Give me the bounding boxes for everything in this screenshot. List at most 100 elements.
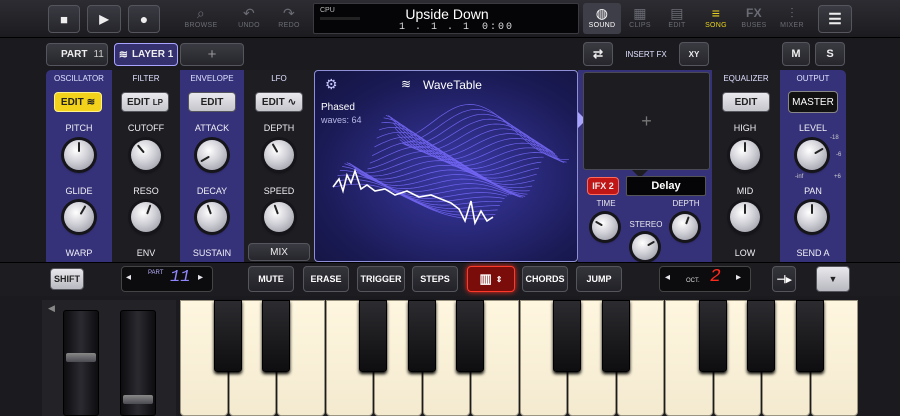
master-button[interactable]: MASTER — [788, 91, 838, 113]
redo-button[interactable]: ↷ REDO — [266, 4, 312, 34]
fx-icon: FX — [746, 6, 762, 20]
black-key[interactable] — [795, 300, 824, 372]
shift-button[interactable]: SHIFT — [50, 268, 84, 290]
song-time: 0:00 — [482, 22, 515, 33]
menu-button[interactable]: ☰ — [818, 5, 852, 33]
part-next-arrow[interactable]: ▸ — [198, 272, 203, 283]
part-stepper-value: 11 — [170, 268, 191, 287]
view-mixer[interactable]: ⫶ MIXER — [769, 4, 815, 34]
chords-button[interactable]: CHORDS — [522, 266, 568, 292]
eq-high-knob[interactable] — [730, 140, 760, 170]
pitch-wheel-handle[interactable] — [66, 353, 96, 362]
attack-label: ATTACK — [194, 123, 230, 133]
pitch-knob[interactable] — [64, 140, 94, 170]
jump-button[interactable]: JUMP — [576, 266, 622, 292]
black-key[interactable] — [407, 300, 436, 372]
envelope-header: ENVELOPE — [190, 74, 234, 83]
octave-prev-arrow[interactable]: ◂ — [665, 272, 670, 283]
filter-edit-label: EDIT — [126, 96, 150, 108]
add-layer-button[interactable]: + — [180, 43, 244, 66]
filter-edit-button[interactable]: EDIT LP — [121, 92, 169, 112]
fx-swap-button[interactable]: ⇄ — [583, 42, 613, 66]
pitch-label: PITCH — [65, 123, 93, 133]
cutoff-knob[interactable] — [131, 140, 161, 170]
equalizer-header: EQUALIZER — [723, 74, 769, 83]
collapse-keyboard-button[interactable]: ▼ — [816, 266, 850, 292]
reso-label: RESO — [133, 186, 159, 196]
ifx2-button[interactable]: IFX 2 — [587, 177, 619, 195]
browse-button[interactable]: ⌕ BROWSE — [178, 4, 224, 34]
stop-button[interactable]: ■ — [48, 5, 80, 33]
insert-fx-header: INSERT FX — [625, 50, 667, 59]
black-key[interactable] — [601, 300, 630, 372]
level-label: LEVEL — [798, 123, 828, 133]
lfo-depth-knob[interactable] — [264, 140, 294, 170]
keyboard-scroll-left-icon[interactable]: ◀ — [48, 303, 55, 314]
wavetable-wave-line — [404, 113, 565, 164]
fx-name-display[interactable]: Delay — [626, 176, 706, 196]
layer-tab[interactable]: ≋ LAYER 1 — [114, 43, 178, 66]
octave-next-arrow[interactable]: ▸ — [736, 272, 741, 283]
eq-edit-button[interactable]: EDIT — [722, 92, 770, 112]
erase-button[interactable]: ERASE — [303, 266, 349, 292]
part-selector[interactable]: PART 11 — [46, 43, 108, 66]
mod-wheel[interactable] — [120, 310, 156, 416]
part-number: 11 — [93, 49, 104, 60]
black-key[interactable] — [698, 300, 727, 372]
attack-knob[interactable] — [197, 140, 227, 170]
octave-label: OCT. — [686, 278, 700, 284]
xy-pad-button[interactable]: XY — [679, 42, 709, 66]
keyboard-mode-button[interactable]: ▥ ⇕ — [467, 266, 515, 292]
mute-part-button[interactable]: M — [782, 42, 810, 66]
depth-label: DEPTH — [263, 123, 295, 133]
part-prev-arrow[interactable]: ◂ — [126, 272, 131, 283]
lfo-edit-button[interactable]: EDIT ∿ — [255, 92, 303, 112]
env-edit-button[interactable]: EDIT — [188, 92, 236, 112]
black-key[interactable] — [747, 300, 775, 372]
view-edit-label: EDIT — [668, 22, 686, 29]
reso-knob[interactable] — [131, 202, 161, 232]
glide-knob[interactable] — [64, 202, 94, 232]
pan-knob[interactable] — [797, 202, 827, 232]
record-button[interactable]: ● — [128, 5, 160, 33]
decay-knob[interactable] — [197, 202, 227, 232]
updown-icon: ⇕ — [495, 274, 503, 284]
split-keyboard-button[interactable]: ⊣▸ — [772, 266, 796, 292]
solo-part-button[interactable]: S — [815, 42, 845, 66]
mix-button[interactable]: MIX — [248, 243, 310, 261]
browse-label: BROWSE — [184, 22, 218, 29]
level-scale-minus6: -6 — [836, 152, 842, 158]
layer-icon: ≋ — [118, 49, 128, 61]
black-key[interactable] — [262, 300, 290, 372]
black-key[interactable] — [359, 300, 387, 372]
mod-wheel-handle[interactable] — [123, 395, 153, 404]
osc-edit-button[interactable]: EDIT ≋ — [54, 92, 102, 112]
mute-button[interactable]: MUTE — [248, 266, 294, 292]
pitch-wheel[interactable] — [63, 310, 99, 416]
wavetable-3d-graph — [332, 104, 569, 226]
fx-stereo-knob[interactable] — [632, 234, 658, 260]
filter-header: FILTER — [132, 74, 160, 83]
steps-button[interactable]: STEPS — [412, 266, 458, 292]
trigger-button[interactable]: TRIGGER — [357, 266, 405, 292]
level-knob[interactable] — [797, 140, 827, 170]
top-toolbar: ■ ▶ ● ⌕ BROWSE ↶ UNDO ↷ REDO CPU Upside … — [0, 0, 900, 38]
redo-icon: ↷ — [282, 5, 296, 21]
glide-label: GLIDE — [65, 186, 93, 196]
fx-depth-label: DEPTH — [672, 199, 700, 208]
fx-slot-empty[interactable]: + — [583, 72, 710, 170]
pan-label: PAN — [804, 186, 822, 196]
black-key[interactable] — [553, 300, 581, 372]
sound-icon: ◍ — [595, 5, 609, 21]
fx-depth-knob[interactable] — [672, 214, 698, 240]
wavetable-icon: ≋ — [86, 96, 96, 108]
black-key[interactable] — [213, 300, 242, 372]
speed-knob[interactable] — [264, 202, 294, 232]
wavetable-display[interactable]: ⚙ ≋ WaveTable Phased waves: 64 — [314, 70, 578, 262]
black-key[interactable] — [456, 300, 484, 372]
play-button[interactable]: ▶ — [87, 5, 121, 33]
eq-mid-knob[interactable] — [730, 202, 760, 232]
fx-time-knob[interactable] — [592, 214, 618, 240]
lowpass-icon: LP — [152, 97, 163, 107]
redo-label: REDO — [278, 22, 300, 29]
